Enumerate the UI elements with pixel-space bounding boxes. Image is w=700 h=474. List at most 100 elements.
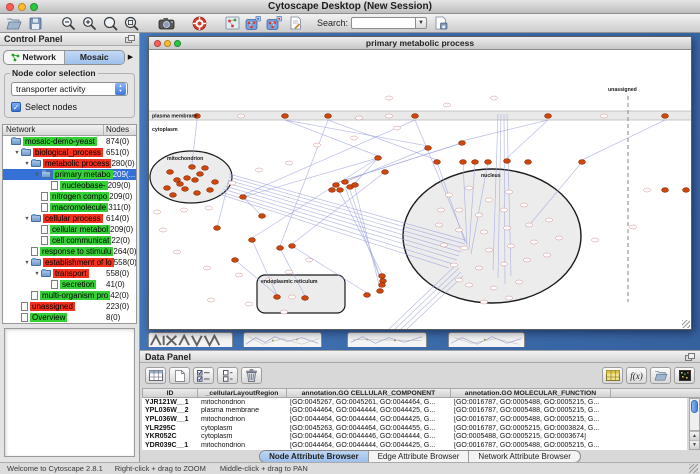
checklist-icon [197,370,210,382]
apply-layout-b-button[interactable] [265,15,283,32]
frame-close-button[interactable] [154,40,161,47]
tree-row[interactable]: multi-organism pro42(0) [3,290,136,301]
network-view[interactable]: plasma membrane cytoplasm mitochondrion … [149,50,691,329]
help-button[interactable] [190,15,208,32]
network-canvas[interactable]: plasma membrane cytoplasm mitochondrion … [149,50,691,329]
import-attributes-button[interactable] [650,367,671,384]
disclosure-triangle-icon[interactable]: ▼ [23,216,31,222]
table-row[interactable]: YPL036W__2plasma membrane[GO:0044464, GO… [142,407,687,416]
frame-minimize-button[interactable] [164,40,171,47]
tree-row[interactable]: secretion41(0) [3,279,136,290]
tree-row[interactable]: unassigned223(0) [3,301,136,312]
tree-row[interactable]: ▼primary metabo209(... [3,169,136,180]
tree-row[interactable]: cellular metabol209(0) [3,224,136,235]
disclosure-triangle-icon[interactable]: ▼ [13,150,21,156]
disclosure-triangle-icon[interactable]: ▼ [23,161,31,167]
tree-row[interactable]: macromolecule311(0) [3,202,136,213]
background-window[interactable] [448,332,525,347]
tab-edge-attribute-browser[interactable]: Edge Attribute Browser [369,451,470,462]
column-header[interactable]: annotation.GO CELLULAR_COMPONENT [287,388,451,398]
zoom-selected-button[interactable] [101,15,119,32]
background-network-thumbnail [449,333,524,347]
attribute-batch-editor-button[interactable] [602,367,623,384]
tab-node-attribute-browser[interactable]: Node Attribute Browser [260,451,369,462]
tree-row[interactable]: nitrogen compo209(0) [3,191,136,202]
close-button[interactable] [6,3,14,11]
tab-network-attribute-browser[interactable]: Network Attribute Browser [469,451,579,462]
window-resize-grip[interactable] [689,464,698,473]
table-row[interactable]: YPL036W__1mitochondrion[GO:0044464, GO:0… [142,415,687,424]
frame-resize-grip[interactable] [682,320,690,328]
column-header[interactable]: _cellularLayoutRegion [198,388,287,398]
cell-id: YKR052C [142,433,198,440]
minimize-button[interactable] [18,3,26,11]
apply-layout-a-button[interactable] [244,15,262,32]
table-row[interactable]: YDR039C__1mitochondrion[GO:0044464, GO:0… [142,441,687,450]
disclosure-triangle-icon[interactable]: ▼ [33,172,41,178]
node-color-dropdown[interactable]: transporter activity ▲▼ [11,82,128,96]
column-header[interactable]: annotation.GO MOLECULAR_FUNCTION [451,388,611,398]
background-window-logo[interactable] [148,332,233,347]
save-session-as-button[interactable] [432,15,450,32]
unselect-all-attributes-button[interactable] [217,367,238,384]
create-attribute-button[interactable] [169,367,190,384]
tab-mosaic[interactable]: Mosaic [65,51,125,64]
data-panel-header: Data Panel [140,351,700,363]
main-area: Control Panel Network Mosaic ▶ Node colo… [0,33,700,462]
tree-row[interactable]: mosaic-demo-yeast874(0) [3,136,136,147]
network-frame-titlebar[interactable]: primary metabolic process [149,37,691,50]
window-titlebar[interactable]: Cytoscape Desktop (New Session) [0,0,700,14]
attribute-table-icon [149,370,163,381]
tab-overflow-arrow[interactable]: ▶ [125,53,136,61]
table-scrollbar[interactable]: ▲ ▼ [689,398,700,450]
tree-row[interactable]: ▼biological_process651(0) [3,147,136,158]
float-panel-icon[interactable] [125,35,135,43]
table-row[interactable]: YLR295Ccytoplasm[GO:0045263, GO:0044464,… [142,424,687,433]
search-combo: ▼ [351,17,427,29]
tree-header-network[interactable]: Network [3,125,104,135]
network-item-label: unassigned [30,302,75,311]
scrollbar-thumb[interactable] [691,400,698,413]
search-dropdown-arrow[interactable]: ▼ [415,17,427,29]
tree-row[interactable]: ▼metabolic process280(0) [3,158,136,169]
maximize-button[interactable] [30,3,38,11]
zoom-in-button[interactable] [80,15,98,32]
frame-maximize-button[interactable] [174,40,181,47]
annotation-button[interactable] [286,15,304,32]
select-attributes-button[interactable] [145,367,166,384]
column-header[interactable] [611,388,700,398]
select-nodes-checkbox[interactable]: ✓ [11,102,21,112]
zoom-fit-button[interactable] [122,15,140,32]
tree-row[interactable]: ▼establishment of lo558(0) [3,257,136,268]
network-item-label: multi-organism pro [40,291,110,300]
disclosure-triangle-icon[interactable]: ▼ [33,271,41,277]
tree-row[interactable]: nucleobase-209(0) [3,180,136,191]
save-session-button[interactable] [26,15,44,32]
tree-row[interactable]: ▼cellular process614(0) [3,213,136,224]
float-panel-icon[interactable] [685,353,695,361]
select-all-attributes-button[interactable] [193,367,214,384]
export-image-button[interactable] [157,15,175,32]
table-row[interactable]: YKR052Ccytoplasm[GO:0044464, GO:0044446,… [142,432,687,441]
background-window[interactable] [243,332,322,347]
tree-row[interactable]: response to stimulu264(0) [3,246,136,257]
tree-row[interactable]: Overview8(0) [3,312,136,323]
column-header[interactable]: ID [142,388,198,398]
tree-row[interactable]: cell communicat22(0) [3,235,136,246]
open-session-button[interactable] [5,15,23,32]
network-view-button[interactable] [223,15,241,32]
zoom-out-button[interactable] [59,15,77,32]
formula-builder-button[interactable]: f(x) [626,367,647,384]
delete-attribute-button[interactable] [241,367,262,384]
disclosure-triangle-icon[interactable]: ▼ [23,260,31,266]
table-row[interactable]: YJR121W__1mitochondrion[GO:0045267, GO:0… [142,398,687,407]
attribute-matrix-button[interactable] [674,367,695,384]
tab-network[interactable]: Network [4,51,65,64]
background-window[interactable] [347,332,427,347]
scroll-up-arrow[interactable]: ▲ [690,431,699,440]
search-input[interactable] [351,17,415,29]
scroll-down-arrow[interactable]: ▼ [690,440,699,449]
tree-header-nodes[interactable]: Nodes [104,125,136,135]
tree-row[interactable]: ▼transport558(0) [3,268,136,279]
birdseye-view[interactable] [4,328,135,457]
